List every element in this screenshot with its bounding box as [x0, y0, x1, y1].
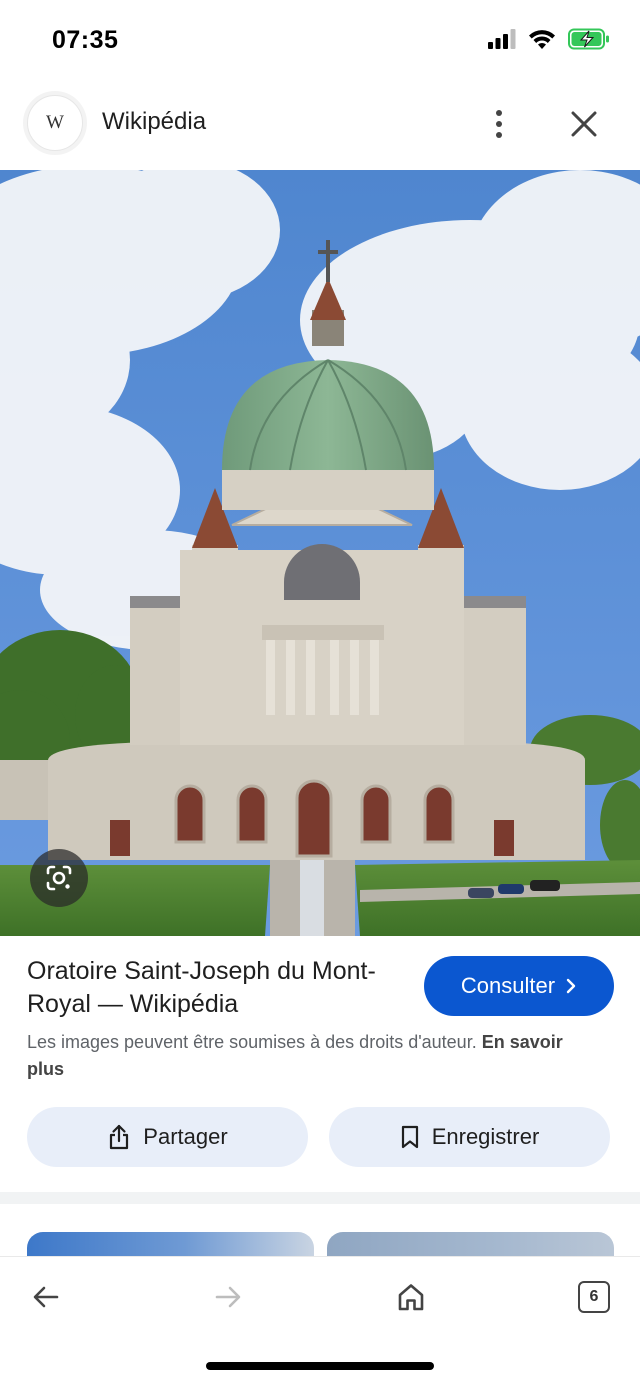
share-label: Partager	[143, 1124, 228, 1149]
back-button[interactable]	[26, 1277, 66, 1317]
arrow-right-icon	[215, 1286, 241, 1308]
home-button[interactable]	[391, 1277, 431, 1317]
arrow-left-icon	[33, 1286, 59, 1308]
save-label: Enregistrer	[431, 1124, 540, 1149]
tab-switcher-button[interactable]: 6	[574, 1277, 614, 1317]
oratory-photo	[0, 170, 640, 936]
site-name[interactable]: Wikipédia	[102, 108, 206, 136]
result-image[interactable]	[0, 170, 640, 936]
result-title[interactable]: Oratoire Saint-Joseph du Mont-Royal — Wi…	[27, 955, 397, 1021]
forward-button[interactable]	[208, 1277, 248, 1317]
home-indicator[interactable]	[206, 1362, 434, 1370]
status-time: 07:35	[52, 26, 119, 54]
tab-count: 6	[578, 1281, 610, 1313]
page-header: W Wikipédia	[0, 82, 640, 170]
status-icons	[488, 28, 610, 50]
save-button[interactable]: Enregistrer	[329, 1107, 610, 1167]
share-icon	[110, 1124, 129, 1150]
close-icon	[571, 111, 597, 137]
wikipedia-logo[interactable]: W	[27, 95, 83, 151]
consult-label: Consulter	[460, 973, 556, 998]
google-lens-icon	[46, 865, 72, 891]
chevron-right-icon	[566, 978, 576, 994]
battery-charging-icon	[568, 28, 609, 50]
consult-button[interactable]: Consulter	[424, 956, 614, 1016]
copyright-notice: Les images peuvent être soumises à des d…	[27, 1029, 597, 1083]
more-options-button[interactable]	[482, 102, 516, 146]
home-icon	[398, 1284, 424, 1311]
bookmark-icon	[401, 1125, 418, 1149]
wifi-icon	[529, 29, 555, 49]
copyright-text: Les images peuvent être soumises à des d…	[27, 1032, 477, 1052]
signal-icon	[488, 29, 516, 49]
status-bar: 07:35	[0, 0, 640, 82]
share-button[interactable]: Partager	[27, 1107, 308, 1167]
close-button[interactable]	[566, 106, 602, 142]
section-divider	[0, 1192, 640, 1204]
google-lens-button[interactable]	[30, 849, 88, 907]
more-vert-icon	[496, 110, 502, 116]
